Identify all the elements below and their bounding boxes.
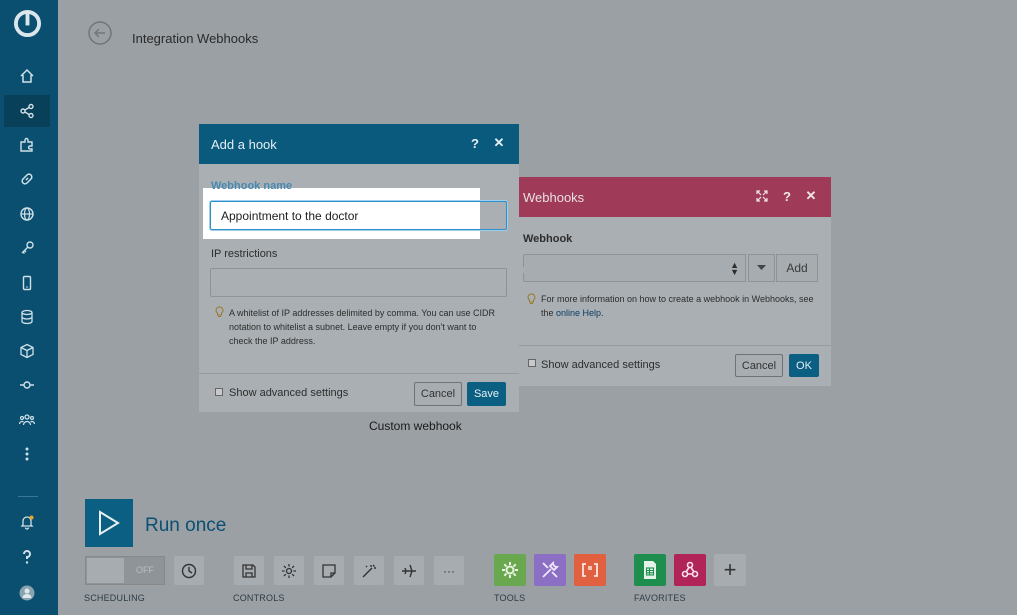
question-icon[interactable]: ? xyxy=(468,136,482,151)
puzzle-icon[interactable] xyxy=(4,129,50,161)
cancel-button[interactable]: Cancel xyxy=(735,354,783,377)
save-button[interactable]: Save xyxy=(467,382,506,406)
team-icon[interactable] xyxy=(4,404,50,436)
close-icon[interactable]: ✕ xyxy=(492,135,506,150)
wrench-icon xyxy=(542,560,560,578)
lightbulb-icon xyxy=(527,293,536,304)
breadcrumb: Integration Webhooks xyxy=(132,31,259,46)
notes-control-button[interactable] xyxy=(314,556,344,585)
floppy-icon xyxy=(242,563,256,578)
chevron-down-icon xyxy=(757,265,766,270)
gear-icon xyxy=(502,562,518,578)
add-hook-title: Add a hook xyxy=(211,137,277,152)
online-help-link[interactable]: online Help xyxy=(556,308,601,318)
webhook-name-input[interactable] xyxy=(210,201,507,230)
webhooks-panel: Webhooks ? ✕ Webhook ▲ ▼ Add For more inf… xyxy=(519,177,831,386)
expand-icon[interactable] xyxy=(755,189,769,203)
question-icon[interactable]: ? xyxy=(780,189,794,204)
globe-icon[interactable] xyxy=(4,198,50,230)
add-webhook-button[interactable]: Add xyxy=(776,254,818,282)
share-icon[interactable] xyxy=(4,95,50,127)
favorite-webhooks-button[interactable] xyxy=(674,554,706,586)
home-icon[interactable] xyxy=(4,60,50,92)
add-favorite-button[interactable]: + xyxy=(714,554,746,586)
sidebar xyxy=(0,0,58,615)
flow-icon[interactable] xyxy=(4,369,50,401)
help-icon[interactable] xyxy=(4,541,50,573)
controls-section-label: CONTROLS xyxy=(233,593,285,603)
close-icon[interactable]: ✕ xyxy=(804,188,818,203)
webhook-select[interactable]: ▲ ▼ xyxy=(523,254,746,282)
toggle-knob xyxy=(87,558,124,583)
advanced-settings-label: Show advanced settings xyxy=(541,359,661,371)
webhook-field-label: Webhook xyxy=(523,233,573,245)
more-controls-button[interactable]: ··· xyxy=(434,556,464,585)
dialog-pointer xyxy=(519,262,526,278)
add-hook-dialog: Add a hook ? ✕ Webhook name IP restricti… xyxy=(199,124,519,412)
webhook-dropdown-button[interactable] xyxy=(748,254,775,282)
logo-icon[interactable] xyxy=(13,9,42,38)
explain-flow-control-button[interactable] xyxy=(394,556,424,585)
ok-button[interactable]: OK xyxy=(789,354,819,377)
favorite-google-sheets-button[interactable] xyxy=(634,554,666,586)
webhook-icon xyxy=(681,561,699,578)
tools-flow-control-button[interactable] xyxy=(494,554,526,586)
webhooks-panel-title: Webhooks xyxy=(523,190,585,205)
link-icon[interactable] xyxy=(4,163,50,195)
scheduling-section-label: SCHEDULING xyxy=(84,593,146,603)
play-icon xyxy=(99,510,120,536)
webhooks-panel-header: Webhooks ? ✕ xyxy=(519,177,831,217)
advanced-settings-checkbox[interactable] xyxy=(528,359,536,367)
run-once-button[interactable] xyxy=(85,499,133,547)
save-control-button[interactable] xyxy=(234,556,264,585)
ip-restrictions-label: IP restrictions xyxy=(211,248,278,260)
ip-hint: A whitelist of IP addresses delimited by… xyxy=(229,308,495,346)
add-hook-header: Add a hook ? ✕ xyxy=(199,124,519,164)
favorites-section-label: FAVORITES xyxy=(634,593,686,603)
scheduling-toggle[interactable]: OFF xyxy=(85,556,165,585)
magic-wand-icon xyxy=(362,564,376,577)
key-icon[interactable] xyxy=(4,232,50,264)
plane-icon xyxy=(402,564,416,577)
ip-restrictions-input[interactable] xyxy=(210,268,507,297)
bell-icon[interactable] xyxy=(4,506,50,538)
hint-end: . xyxy=(601,308,604,318)
settings-control-button[interactable] xyxy=(274,556,304,585)
more-vertical-icon[interactable] xyxy=(4,438,50,470)
clock-icon xyxy=(181,563,197,578)
cube-icon[interactable] xyxy=(4,335,50,367)
select-arrows-icon: ▲ ▼ xyxy=(730,260,739,277)
webhooks-hint: For more information on how to create a … xyxy=(541,292,821,320)
avatar-icon[interactable] xyxy=(4,577,50,609)
advanced-settings-label: Show advanced settings xyxy=(229,387,349,399)
module-label: Custom webhook xyxy=(369,419,462,433)
tools-section-label: TOOLS xyxy=(494,593,526,603)
schedule-clock-button[interactable] xyxy=(174,556,204,585)
toggle-state: OFF xyxy=(136,565,154,575)
mobile-icon[interactable] xyxy=(4,267,50,299)
sheets-icon xyxy=(644,561,656,579)
advanced-settings-checkbox[interactable] xyxy=(215,388,223,396)
gear-icon xyxy=(282,563,296,578)
tools-utilities-button[interactable] xyxy=(534,554,566,586)
database-icon[interactable] xyxy=(4,301,50,333)
webhook-name-label: Webhook name xyxy=(211,180,293,192)
cancel-button[interactable]: Cancel xyxy=(414,382,462,406)
sidebar-divider xyxy=(18,496,38,497)
brackets-icon xyxy=(582,563,598,577)
lightbulb-icon xyxy=(215,306,224,317)
tools-json-button[interactable] xyxy=(574,554,606,586)
note-icon xyxy=(322,563,336,578)
autoalign-control-button[interactable] xyxy=(354,556,384,585)
run-once-label[interactable]: Run once xyxy=(145,515,226,537)
back-arrow-icon[interactable] xyxy=(88,21,112,45)
